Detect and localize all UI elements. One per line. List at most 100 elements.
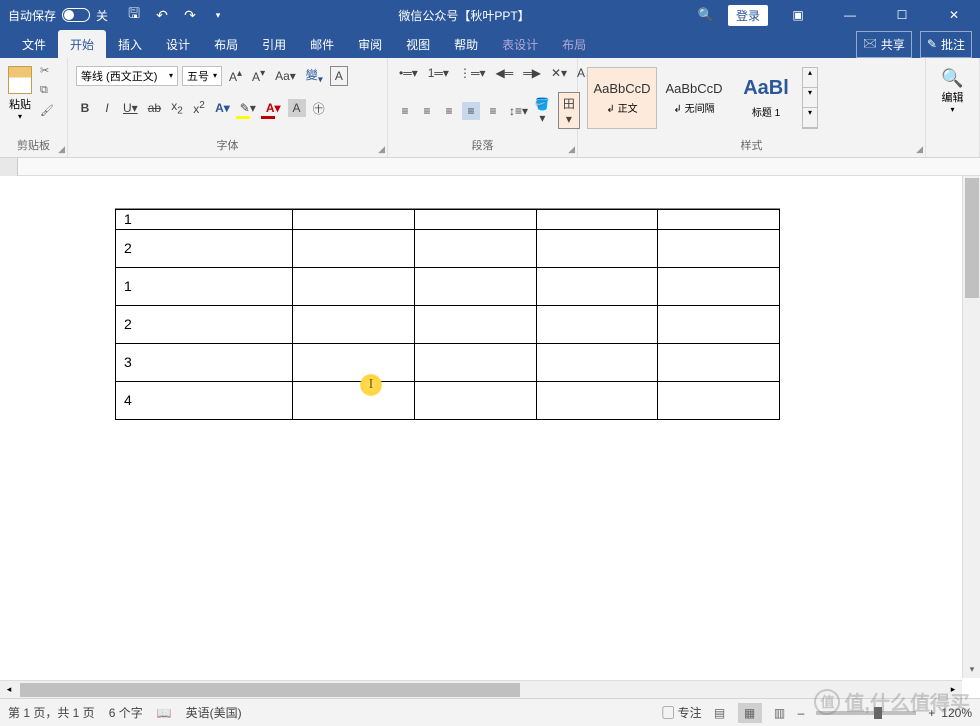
status-words[interactable]: 6 个字: [109, 704, 143, 721]
table-cell[interactable]: [536, 343, 658, 381]
table-cell[interactable]: [536, 209, 658, 229]
table-cell[interactable]: [415, 343, 537, 381]
table-row[interactable]: 4: [116, 381, 780, 419]
horizontal-ruler[interactable]: [0, 158, 980, 176]
table-cell[interactable]: [293, 229, 415, 267]
enclose-characters-icon[interactable]: ㊉: [310, 98, 328, 119]
maximize-icon[interactable]: ☐: [880, 0, 924, 30]
paragraph-launcher-icon[interactable]: ◢: [568, 144, 575, 155]
justify-icon[interactable]: ≡: [462, 102, 480, 120]
cut-icon[interactable]: ✂: [40, 64, 56, 80]
table-cell[interactable]: [536, 267, 658, 305]
highlight-icon[interactable]: ✎▾: [237, 99, 259, 117]
table-cell[interactable]: 2: [116, 229, 293, 267]
scroll-thumb[interactable]: [965, 178, 979, 298]
bold-button[interactable]: B: [76, 99, 94, 117]
share-button[interactable]: 🖂 共享: [856, 31, 912, 58]
change-case-icon[interactable]: Aa▾: [272, 67, 299, 85]
strikethrough-button[interactable]: ab: [145, 99, 164, 117]
underline-button[interactable]: U▾: [120, 99, 141, 117]
decrease-indent-icon[interactable]: ◀═: [492, 64, 516, 82]
bullets-icon[interactable]: •═▾: [396, 64, 421, 82]
minimize-icon[interactable]: —: [828, 0, 872, 30]
zoom-out-icon[interactable]: –: [798, 706, 805, 720]
table-cell[interactable]: [536, 305, 658, 343]
search-icon[interactable]: 🔍: [692, 7, 720, 23]
style-heading1[interactable]: AaBl 标题 1: [731, 67, 801, 129]
save-icon[interactable]: 🖫: [126, 7, 142, 23]
print-layout-icon[interactable]: ▦: [738, 703, 762, 723]
style-no-spacing[interactable]: AaBbCcD ↲ 无间隔: [659, 67, 729, 129]
table-cell[interactable]: [658, 267, 780, 305]
tab-table-design[interactable]: 表设计: [490, 30, 550, 58]
table-cell[interactable]: [658, 229, 780, 267]
document-table-body[interactable]: 121234: [115, 209, 780, 420]
table-cell[interactable]: 1: [116, 267, 293, 305]
close-icon[interactable]: ✕: [932, 0, 976, 30]
character-border-icon[interactable]: A: [330, 66, 348, 86]
character-shading-icon[interactable]: A: [288, 99, 306, 117]
font-size-select[interactable]: 五号▾: [182, 66, 222, 86]
gallery-up-icon[interactable]: ▴: [803, 68, 817, 88]
multilevel-list-icon[interactable]: ⋮═▾: [456, 64, 489, 82]
tab-table-layout[interactable]: 布局: [550, 30, 598, 58]
scroll-down-icon[interactable]: ▾: [963, 660, 980, 678]
spellcheck-icon[interactable]: 📖: [157, 706, 172, 720]
table-row[interactable]: 2: [116, 305, 780, 343]
align-center-icon[interactable]: ≡: [418, 102, 436, 120]
table-row[interactable]: 2: [116, 229, 780, 267]
document-area[interactable]: 121234: [0, 158, 980, 658]
table-cell[interactable]: [658, 343, 780, 381]
tab-mailings[interactable]: 邮件: [298, 30, 346, 58]
table-cell[interactable]: 4: [116, 381, 293, 419]
table-cell[interactable]: [536, 381, 658, 419]
focus-mode-button[interactable]: ▢ 专注: [662, 704, 701, 721]
paste-button[interactable]: 粘贴 ▾: [4, 62, 36, 125]
editing-button[interactable]: 🔍 编辑 ▾: [935, 62, 969, 120]
tab-design[interactable]: 设计: [154, 30, 202, 58]
table-cell[interactable]: [415, 305, 537, 343]
tab-view[interactable]: 视图: [394, 30, 442, 58]
table-cell[interactable]: [415, 267, 537, 305]
font-name-select[interactable]: 等线 (西文正文)▾: [76, 66, 178, 86]
borders-icon[interactable]: 田▾: [558, 92, 580, 129]
tab-home[interactable]: 开始: [58, 30, 106, 58]
tab-layout[interactable]: 布局: [202, 30, 250, 58]
redo-icon[interactable]: ↷: [182, 7, 198, 23]
align-right-icon[interactable]: ≡: [440, 102, 458, 120]
phonetic-guide-icon[interactable]: 變▾: [303, 64, 326, 87]
text-effects-icon[interactable]: A▾: [212, 99, 233, 117]
tab-file[interactable]: 文件: [10, 30, 58, 58]
table-row[interactable]: 3: [116, 343, 780, 381]
asian-layout-icon[interactable]: ✕▾: [548, 64, 570, 82]
table-cell[interactable]: [293, 267, 415, 305]
ribbon-display-icon[interactable]: ▣: [776, 0, 820, 30]
table-cell[interactable]: [293, 209, 415, 229]
page[interactable]: 121234: [90, 176, 890, 420]
gallery-more-icon[interactable]: ▾: [803, 108, 817, 128]
login-button[interactable]: 登录: [728, 5, 768, 26]
scroll-left-icon[interactable]: ◂: [0, 684, 18, 695]
style-normal[interactable]: AaBbCcD ↲ 正文: [587, 67, 657, 129]
italic-button[interactable]: I: [98, 99, 116, 117]
read-mode-icon[interactable]: ▤: [708, 703, 732, 723]
gallery-down-icon[interactable]: ▾: [803, 88, 817, 108]
tab-references[interactable]: 引用: [250, 30, 298, 58]
table-row[interactable]: 1: [116, 267, 780, 305]
grow-font-icon[interactable]: A▴: [226, 66, 245, 86]
table-cell[interactable]: [415, 381, 537, 419]
qat-customize-icon[interactable]: ▾: [210, 7, 226, 23]
table-cell[interactable]: 2: [116, 305, 293, 343]
distribute-icon[interactable]: ≡: [484, 102, 502, 120]
table-cell[interactable]: 1: [116, 209, 293, 229]
copy-icon[interactable]: ⧉: [40, 84, 56, 100]
vertical-scrollbar[interactable]: ▴ ▾: [962, 176, 980, 678]
table-cell[interactable]: [293, 305, 415, 343]
table-cell[interactable]: 3: [116, 343, 293, 381]
table-cell[interactable]: [658, 209, 780, 229]
status-language[interactable]: 英语(美国): [186, 704, 242, 721]
status-page[interactable]: 第 1 页，共 1 页: [8, 704, 95, 721]
increase-indent-icon[interactable]: ═▶: [520, 64, 544, 82]
subscript-button[interactable]: x2: [168, 97, 186, 118]
clipboard-launcher-icon[interactable]: ◢: [58, 144, 65, 155]
